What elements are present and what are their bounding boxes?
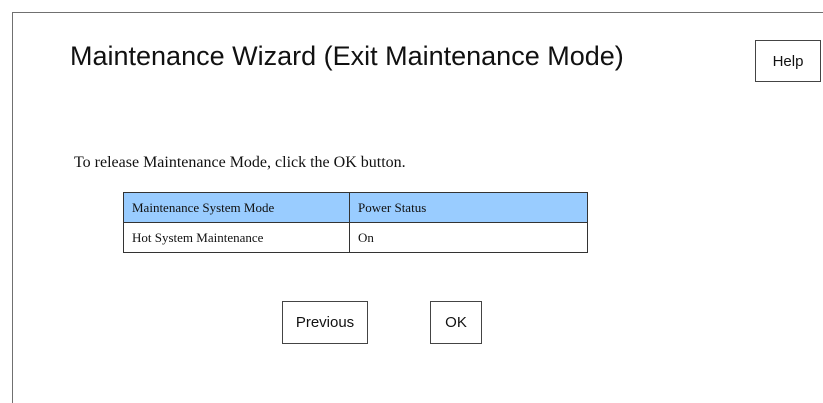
instruction-text: To release Maintenance Mode, click the O…	[74, 154, 406, 171]
cell-maintenance-system-mode: Hot System Maintenance	[123, 222, 350, 253]
help-button[interactable]: Help	[755, 40, 821, 82]
ok-button[interactable]: OK	[430, 301, 482, 344]
page-title: Maintenance Wizard (Exit Maintenance Mod…	[70, 41, 624, 71]
column-header-power-status: Power Status	[349, 192, 588, 223]
cell-power-status: On	[349, 222, 588, 253]
table-header-row: Maintenance System Mode Power Status	[123, 192, 588, 223]
table-row: Hot System Maintenance On	[123, 222, 588, 253]
maintenance-mode-table: Maintenance System Mode Power Status Hot…	[123, 192, 588, 253]
previous-button[interactable]: Previous	[282, 301, 368, 344]
column-header-maintenance-system-mode: Maintenance System Mode	[123, 192, 350, 223]
